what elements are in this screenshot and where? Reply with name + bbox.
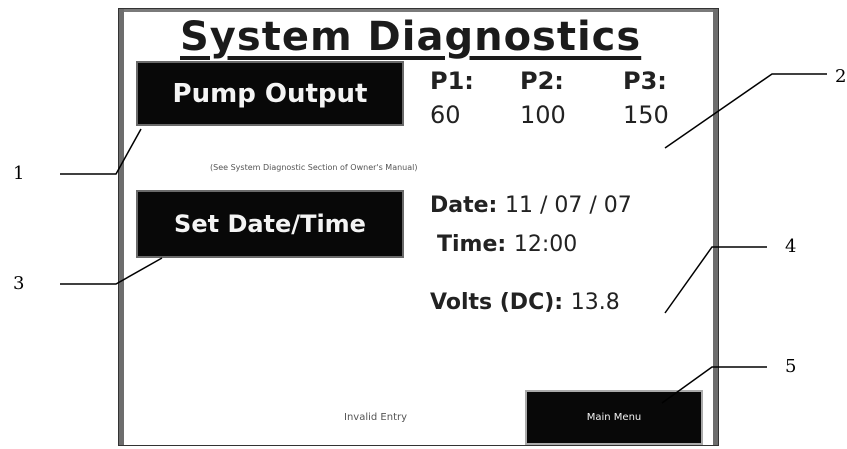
pump-2-label: P2: [520,67,564,95]
pump-output-button[interactable]: Pump Output [136,61,404,126]
callout-1: 1 [13,163,25,184]
page-title: System Diagnostics [180,14,642,60]
manual-note: (See System Diagnostic Section of Owner'… [210,163,418,172]
callout-4: 4 [785,236,797,257]
date-value: 11 / 07 / 07 [505,193,632,218]
time-row: Time: 12:00 [437,232,577,257]
time-value: 12:00 [513,232,578,257]
pump-3-value: 150 [623,101,669,129]
pump-2-value: 100 [520,101,566,129]
main-menu-button[interactable]: Main Menu [525,390,703,445]
callout-3: 3 [13,273,25,294]
volts-label: Volts (DC): [430,290,564,315]
callout-5: 5 [785,356,797,377]
date-label: Date: [430,193,498,218]
callout-2: 2 [835,66,847,87]
pump-1-label: P1: [430,67,474,95]
invalid-entry-message: Invalid Entry [344,412,408,423]
set-date-time-button[interactable]: Set Date/Time [136,190,404,258]
pump-3-label: P3: [623,67,667,95]
volts-row: Volts (DC): 13.8 [430,290,620,315]
volts-value: 13.8 [570,290,620,315]
time-label: Time: [437,232,507,257]
pump-1-value: 60 [430,101,461,129]
date-row: Date: 11 / 07 / 07 [430,193,632,218]
